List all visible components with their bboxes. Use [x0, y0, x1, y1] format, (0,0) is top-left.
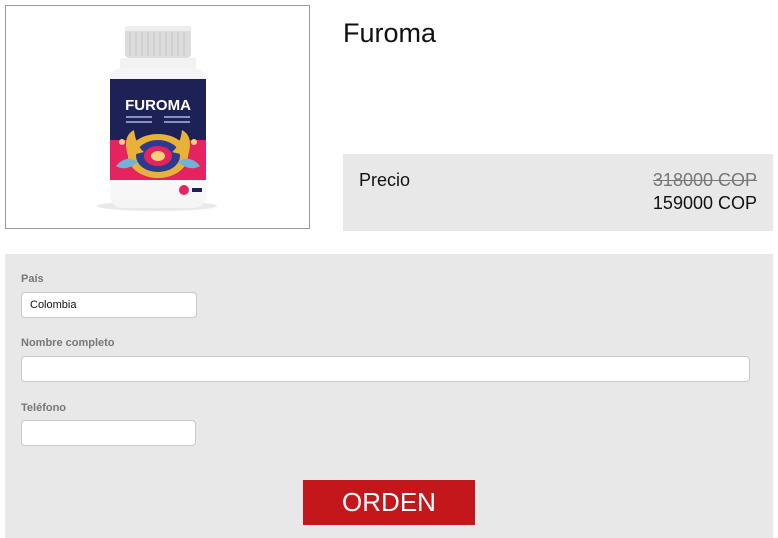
phone-input[interactable]	[21, 420, 196, 446]
bottle-brand-text: FUROMA	[125, 97, 191, 114]
price-box: Precio 318000 COP 159000 COP	[343, 154, 773, 231]
product-title: Furoma	[343, 18, 437, 48]
full-name-label: Nombre completo	[21, 337, 115, 349]
old-price: 318000 COP	[652, 170, 757, 190]
new-price: 159000 COP	[652, 193, 757, 213]
product-image: FUROMA	[5, 5, 310, 229]
full-name-input[interactable]	[21, 356, 750, 382]
price-label: Precio	[359, 170, 411, 190]
country-label: País	[21, 273, 44, 285]
order-form: País Nombre completo Teléfono ORDEN	[5, 254, 773, 538]
supplement-bottle-image: FUROMA	[97, 26, 217, 211]
country-select[interactable]	[21, 292, 197, 318]
order-button[interactable]: ORDEN	[303, 480, 475, 525]
phone-label: Teléfono	[21, 402, 67, 414]
